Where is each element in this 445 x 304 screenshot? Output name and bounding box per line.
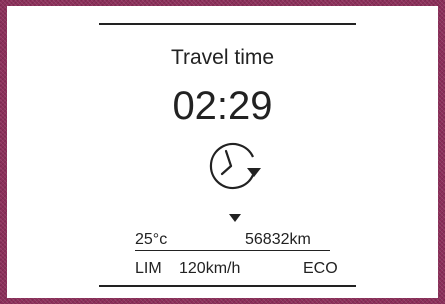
travel-time-value: 02:29 [172,84,273,128]
selection-marker-icon [229,214,241,222]
instrument-display: Travel time 02:29 25°c 56832km LIM 120km… [7,6,438,298]
outside-temperature: 25°c [135,231,168,248]
bottom-divider [99,285,356,287]
top-divider [99,23,356,25]
odometer: 56832km [245,231,311,248]
drive-mode: ECO [303,260,338,277]
speed-limit-label: LIM [135,260,162,277]
clock-with-arrow-icon [209,142,261,190]
info-divider [135,250,330,251]
travel-time-title: Travel time [170,46,275,69]
speed-limit-value: 120km/h [179,260,241,277]
